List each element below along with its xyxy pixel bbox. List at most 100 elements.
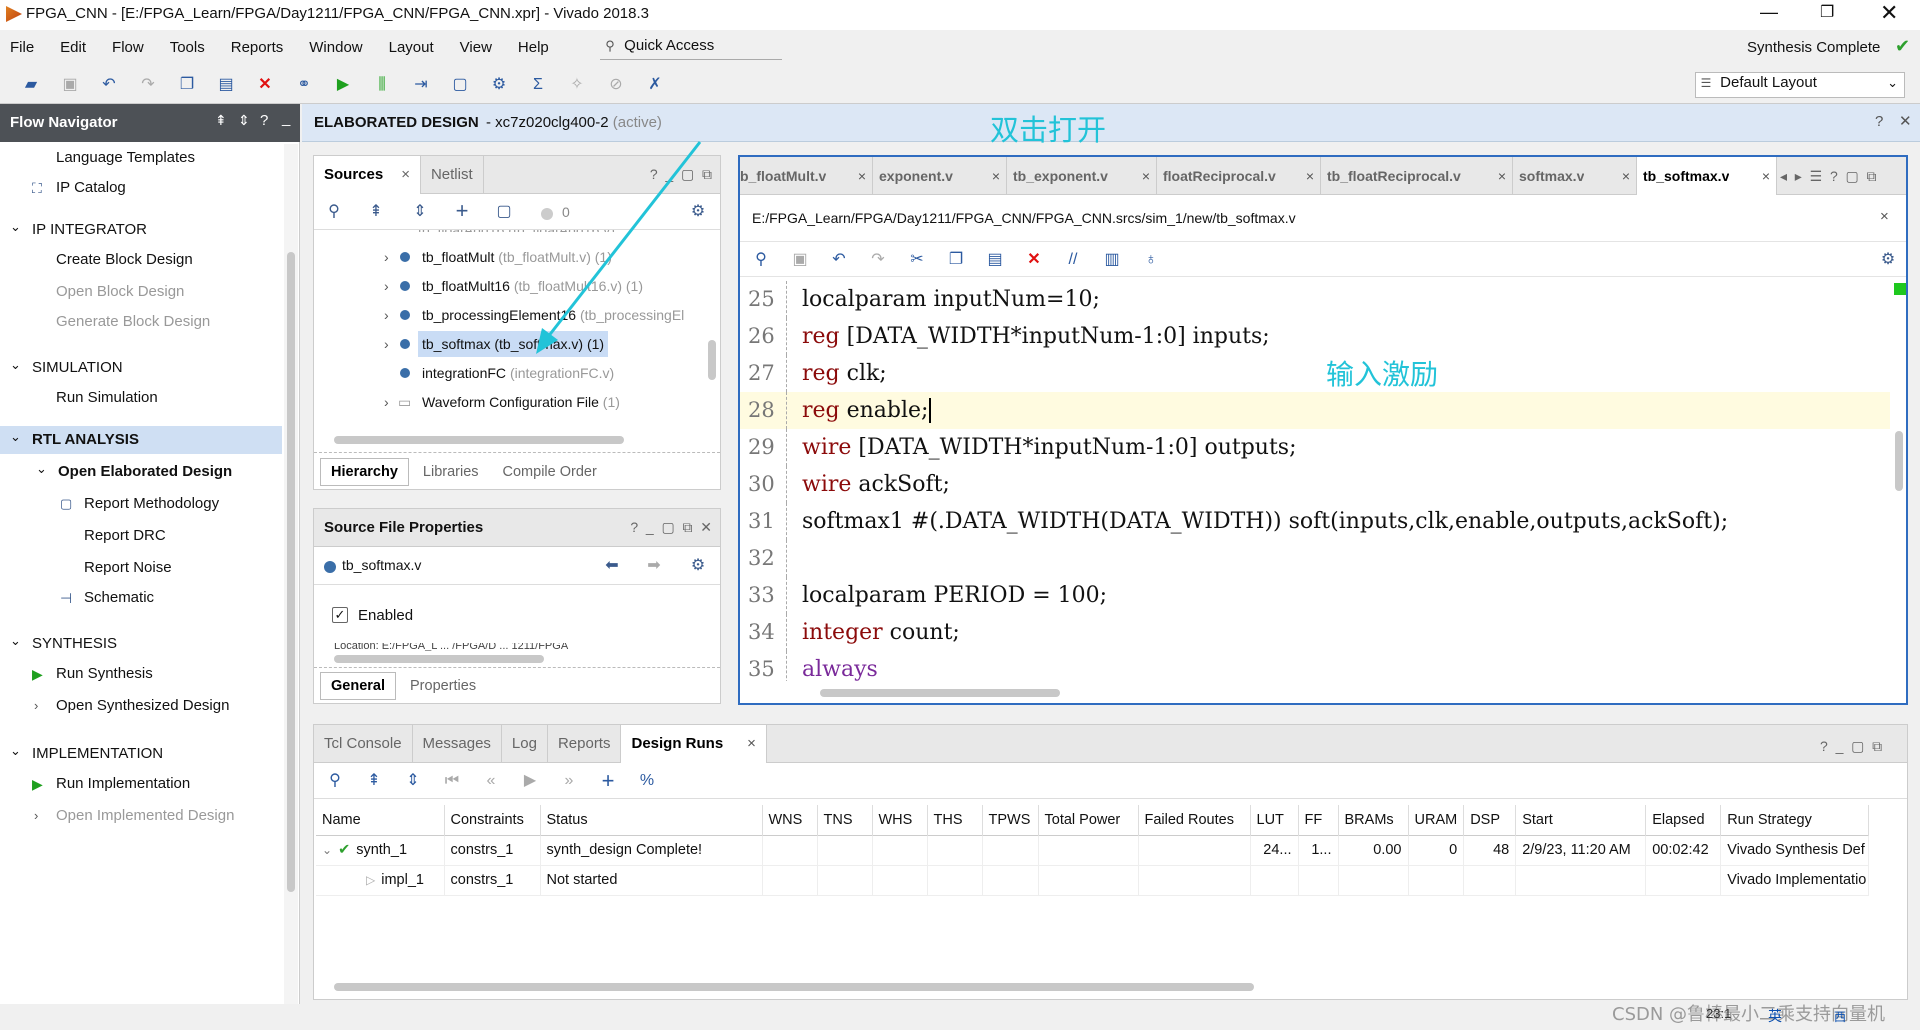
nav-item-ip-integrator[interactable]: ⌄ IP INTEGRATOR bbox=[0, 216, 282, 244]
chevron-right-icon[interactable]: › bbox=[384, 331, 389, 357]
menu-edit[interactable]: Edit bbox=[60, 39, 86, 56]
nav-item-schematic[interactable]: ⊣ Schematic bbox=[0, 584, 282, 612]
tool-b-icon[interactable]: ⊘ bbox=[605, 74, 627, 96]
program-icon[interactable]: ⫼ bbox=[371, 74, 393, 96]
code-line[interactable]: 26 reg [DATA_WIDTH*inputNum-1:0] inputs; bbox=[740, 318, 1890, 355]
bulb-icon[interactable]: ♁ bbox=[1140, 249, 1162, 271]
column-header[interactable]: Status bbox=[540, 805, 763, 835]
close-path-icon[interactable]: × bbox=[1880, 208, 1889, 225]
column-header[interactable]: Run Strategy bbox=[1720, 805, 1870, 835]
menu-reports[interactable]: Reports bbox=[231, 39, 284, 56]
collapse-all-icon[interactable]: ⇞ bbox=[366, 202, 386, 222]
ime-indicator[interactable]: 英 bbox=[1768, 1006, 1782, 1026]
chevron-right-icon[interactable]: › bbox=[384, 273, 389, 299]
props-hscroll[interactable] bbox=[320, 653, 714, 665]
expand-all-icon[interactable]: ⇕ bbox=[238, 112, 250, 129]
nav-item-implementation[interactable]: ⌄ IMPLEMENTATION bbox=[0, 740, 282, 768]
next-icon[interactable]: » bbox=[558, 770, 580, 792]
search-icon[interactable]: ⚲ bbox=[324, 770, 346, 792]
code-line[interactable]: 31 softmax1 #(.DATA_WIDTH(DATA_WIDTH)) so… bbox=[740, 503, 1890, 540]
close-icon[interactable]: × bbox=[1622, 168, 1630, 184]
close-icon[interactable]: × bbox=[1306, 168, 1314, 184]
nav-item-language-templates[interactable]: Language Templates bbox=[0, 144, 282, 172]
settings-icon[interactable]: ⚙ bbox=[688, 556, 708, 576]
column-header[interactable]: LUT bbox=[1250, 805, 1299, 835]
column-header[interactable]: Name bbox=[316, 805, 445, 835]
menu-layout[interactable]: Layout bbox=[389, 39, 434, 56]
tab-hierarchy[interactable]: Hierarchy bbox=[320, 457, 409, 486]
menu-window[interactable]: Window bbox=[309, 39, 362, 56]
chevron-right-icon[interactable]: › bbox=[384, 389, 389, 415]
editor-tab-tb-floatreciprocal-v[interactable]: tb_floatReciprocal.v × bbox=[1321, 156, 1513, 195]
help-icon[interactable]: ? bbox=[260, 112, 268, 129]
cut-icon[interactable]: ✂ bbox=[906, 249, 928, 271]
column-header[interactable]: Failed Routes bbox=[1138, 805, 1251, 835]
code-line[interactable]: 35 always bbox=[740, 651, 1890, 681]
tab-compile-order[interactable]: Compile Order bbox=[493, 458, 607, 486]
menu-tools[interactable]: Tools bbox=[170, 39, 205, 56]
nav-item-open-elaborated-design[interactable]: ⌄ Open Elaborated Design bbox=[0, 458, 282, 486]
flow-navigator-scrollbar[interactable] bbox=[284, 144, 298, 1004]
nav-item-report-drc[interactable]: Report DRC bbox=[0, 522, 282, 550]
tab-tcl-console[interactable]: Tcl Console bbox=[314, 724, 413, 763]
chevron-right-icon[interactable]: › bbox=[384, 244, 389, 270]
editor-tab-floatreciprocal-v[interactable]: floatReciprocal.v × bbox=[1157, 156, 1321, 195]
chevron-down-icon[interactable]: ⌄ bbox=[322, 843, 332, 857]
column-header[interactable]: Elapsed bbox=[1645, 805, 1722, 835]
add-icon[interactable]: + bbox=[452, 200, 472, 222]
settings-icon[interactable]: ⚙ bbox=[488, 74, 510, 96]
runs-hscroll[interactable] bbox=[320, 981, 1900, 993]
menu-file[interactable]: File bbox=[10, 39, 34, 56]
help-icon[interactable]: ? bbox=[1875, 113, 1883, 130]
paste-icon[interactable]: ▤ bbox=[984, 249, 1006, 271]
column-header[interactable]: Constraints bbox=[444, 805, 541, 835]
editor-tab-tb-exponent-v[interactable]: tb_exponent.v × bbox=[1007, 156, 1157, 195]
nav-item-simulation[interactable]: ⌄ SIMULATION bbox=[0, 354, 282, 382]
column-header[interactable]: URAM bbox=[1408, 805, 1465, 835]
chevron-right-icon[interactable]: › bbox=[384, 302, 389, 328]
close-icon[interactable]: × bbox=[858, 168, 866, 184]
editor-hscroll[interactable] bbox=[800, 687, 1890, 699]
forward-icon[interactable]: ➡ bbox=[644, 556, 664, 576]
tab-design-runs[interactable]: Design Runs × bbox=[621, 724, 767, 763]
editor-vscroll[interactable] bbox=[1892, 281, 1906, 681]
back-icon[interactable]: ⬅ bbox=[602, 556, 622, 576]
tab-libraries[interactable]: Libraries bbox=[413, 458, 489, 486]
column-header[interactable]: WHS bbox=[872, 805, 928, 835]
code-line[interactable]: 27 reg clk; bbox=[740, 355, 1890, 392]
nav-item-generate-block-design[interactable]: Generate Block Design bbox=[0, 308, 282, 336]
delete-icon[interactable]: ✕ bbox=[1023, 249, 1045, 271]
search-icon[interactable]: ⚲ bbox=[750, 249, 772, 271]
first-icon[interactable]: ⏮ bbox=[441, 770, 463, 792]
tab-netlist[interactable]: Netlist bbox=[421, 155, 484, 194]
column-header[interactable]: FF bbox=[1298, 805, 1339, 835]
expand-all-icon[interactable]: ⇕ bbox=[402, 770, 424, 792]
sources-hscroll[interactable] bbox=[320, 434, 714, 446]
minimize-panel-icon[interactable]: _ bbox=[282, 110, 290, 127]
collapse-all-icon[interactable]: ⇞ bbox=[363, 770, 385, 792]
panel-controls[interactable]: ? _ ▢ ⧉ ✕ bbox=[630, 519, 712, 536]
close-icon[interactable]: × bbox=[992, 168, 1000, 184]
nav-item-ip-catalog[interactable]: ⛶ IP Catalog bbox=[0, 174, 282, 202]
code-line[interactable]: 32 bbox=[740, 540, 1890, 577]
code-area[interactable]: 25 localparam inputNum=10; 26 reg [DATA_WID… bbox=[740, 281, 1890, 681]
menu-help[interactable]: Help bbox=[518, 39, 549, 56]
code-line[interactable]: 33 localparam PERIOD = 100; bbox=[740, 577, 1890, 614]
close-icon[interactable]: × bbox=[1762, 168, 1770, 184]
tree-row[interactable]: › ▭ Waveform Configuration File (1) bbox=[314, 389, 706, 415]
tab-messages[interactable]: Messages bbox=[413, 724, 502, 763]
tab-properties[interactable]: Properties bbox=[400, 672, 486, 700]
tab-reports[interactable]: Reports bbox=[548, 724, 622, 763]
open-project-icon[interactable]: ▰ bbox=[20, 74, 42, 96]
editor-tab-controls[interactable]: ◂ ▸ ☰ ? ▢ ⧉ bbox=[1780, 168, 1877, 185]
nav-item-report-methodology[interactable]: ▢ Report Methodology bbox=[0, 490, 282, 518]
nav-item-run-simulation[interactable]: Run Simulation bbox=[0, 384, 282, 412]
search-icon[interactable]: ⚲ bbox=[324, 202, 344, 222]
column-header[interactable]: THS bbox=[927, 805, 983, 835]
save-icon[interactable]: ▣ bbox=[59, 74, 81, 96]
minimize-button[interactable]: — bbox=[1760, 2, 1778, 23]
copy-icon[interactable]: ❐ bbox=[176, 74, 198, 96]
nav-item-report-noise[interactable]: Report Noise bbox=[0, 554, 282, 582]
quick-access-box[interactable]: ⚲ Quick Access bbox=[600, 36, 782, 60]
editor-tab-exponent-v[interactable]: exponent.v × bbox=[873, 156, 1007, 195]
